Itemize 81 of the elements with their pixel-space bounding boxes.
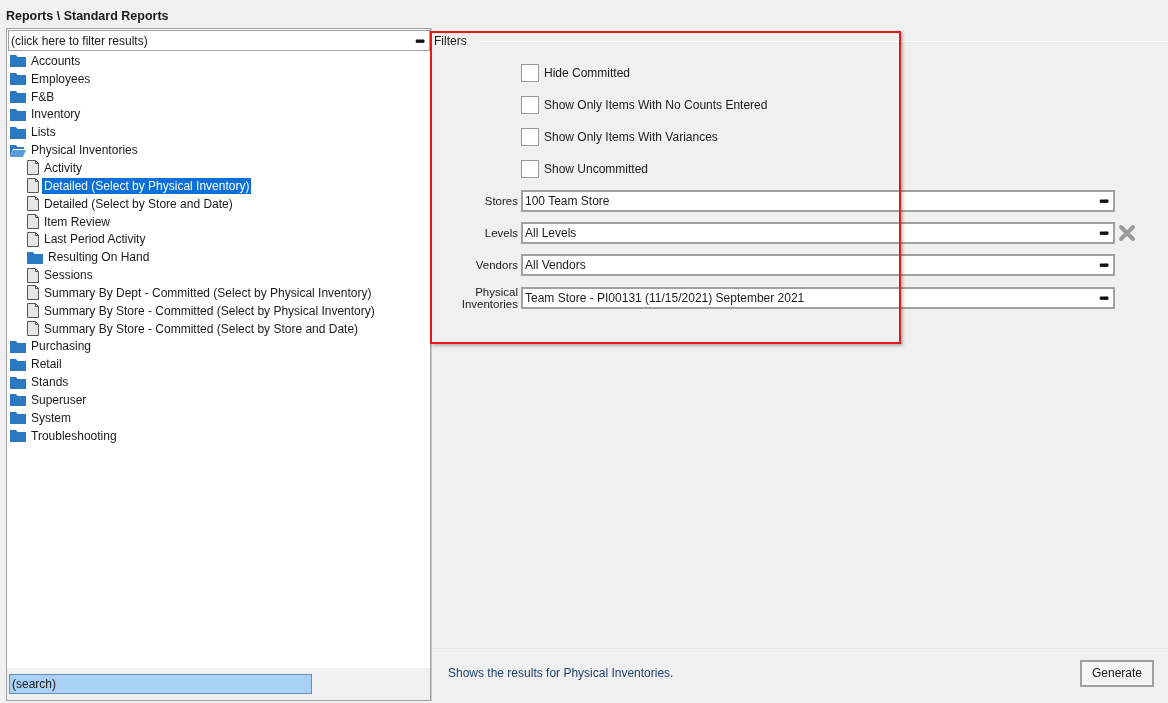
tree-item[interactable]: System bbox=[7, 408, 430, 427]
checkbox[interactable] bbox=[521, 128, 539, 146]
search-field[interactable]: (search) bbox=[9, 674, 312, 694]
tree-item[interactable]: Item Review bbox=[7, 212, 430, 231]
document-icon bbox=[27, 267, 39, 283]
picker-field[interactable]: All Levels ••• bbox=[521, 222, 1115, 244]
ellipsis-button[interactable]: ••• bbox=[1095, 227, 1113, 239]
tree-item-label[interactable]: Purchasing bbox=[29, 338, 94, 355]
checkbox-label: Show Only Items With No Counts Entered bbox=[544, 98, 768, 112]
tree-item[interactable]: Summary By Dept - Committed (Select by Physical Inventory) bbox=[7, 283, 430, 302]
breadcrumb-title: Reports \ Standard Reports bbox=[5, 8, 170, 25]
tree-item-label[interactable]: Troubleshooting bbox=[29, 427, 119, 444]
tree-item-label[interactable]: Sessions bbox=[42, 267, 95, 284]
tree-item-label[interactable]: Item Review bbox=[42, 213, 113, 230]
ellipsis-button[interactable]: ••• bbox=[1095, 292, 1113, 304]
tree-item-label[interactable]: Activity bbox=[42, 160, 84, 176]
tree-item[interactable]: Detailed (Select by Physical Inventory) bbox=[7, 176, 430, 195]
field-label: Levels bbox=[483, 227, 519, 239]
field-label: Physical Inventories bbox=[460, 286, 519, 310]
tree-item[interactable]: Resulting On Hand bbox=[7, 248, 430, 267]
tree-item-label[interactable]: Summary By Store - Committed (Select by Store and Date) bbox=[42, 320, 361, 337]
report-description: Shows the results for Physical Inventories. bbox=[448, 666, 674, 680]
tree-item[interactable]: Last Period Activity bbox=[7, 230, 430, 249]
tree-item-label[interactable]: Lists bbox=[29, 124, 58, 141]
picker-field[interactable]: All Vendors ••• bbox=[521, 254, 1115, 276]
checkbox[interactable] bbox=[521, 96, 539, 114]
tree-item-label[interactable]: Detailed (Select by Store and Date) bbox=[42, 195, 235, 212]
field-label: Vendors bbox=[474, 259, 519, 271]
document-icon bbox=[27, 214, 39, 229]
checkbox[interactable] bbox=[521, 64, 539, 82]
tree-item-label[interactable]: Superuser bbox=[29, 391, 89, 408]
tree-item[interactable]: Employees bbox=[7, 69, 430, 88]
tree-item[interactable]: Sessions bbox=[7, 266, 430, 284]
checkbox-label: Show Uncommitted bbox=[544, 162, 649, 176]
tree-item-label[interactable]: System bbox=[29, 409, 73, 426]
picker-field[interactable]: 100 Team Store ••• bbox=[521, 190, 1115, 212]
tree-item-label[interactable]: Summary By Store - Committed (Select by Physical Inventory) bbox=[42, 302, 377, 319]
tree-item[interactable]: Summary By Store - Committed (Select by Store and Date) bbox=[7, 319, 430, 338]
checkbox[interactable] bbox=[521, 160, 539, 178]
document-icon bbox=[27, 160, 39, 176]
checkbox-label: Hide Committed bbox=[544, 66, 631, 80]
generate-button[interactable]: Generate bbox=[1079, 659, 1154, 687]
document-icon bbox=[27, 231, 39, 247]
checkbox-label: Show Only Items With Variances bbox=[544, 130, 718, 144]
tree-item[interactable]: Lists bbox=[7, 123, 430, 142]
tree-item-label[interactable]: Summary By Dept - Committed (Select by Physical Inventory) bbox=[42, 284, 374, 301]
field-label: Stores bbox=[483, 195, 519, 207]
tree-item[interactable]: F&B bbox=[7, 87, 430, 106]
ellipsis-button[interactable]: ••• bbox=[1095, 259, 1113, 271]
tree-item[interactable]: Superuser bbox=[7, 391, 430, 409]
ellipsis-button[interactable]: ••• bbox=[411, 34, 429, 47]
tree-item-label[interactable]: Resulting On Hand bbox=[46, 249, 152, 266]
tree-item[interactable]: Physical Inventories bbox=[7, 141, 430, 160]
document-icon bbox=[27, 285, 39, 301]
tree-item[interactable]: Purchasing bbox=[7, 337, 430, 356]
document-icon bbox=[27, 178, 39, 194]
tree-item[interactable]: Stands bbox=[7, 373, 430, 392]
tree-item-label[interactable]: Last Period Activity bbox=[42, 231, 148, 248]
tree-item[interactable]: Retail bbox=[7, 355, 430, 374]
tree-item-label[interactable]: F&B bbox=[29, 88, 57, 105]
tree-item[interactable]: Summary By Store - Committed (Select by Physical Inventory) bbox=[7, 301, 430, 320]
tree-item[interactable]: Detailed (Select by Store and Date) bbox=[7, 194, 430, 213]
document-icon bbox=[27, 196, 39, 212]
filters-heading: Filters bbox=[434, 34, 467, 48]
tree-item-label[interactable]: Accounts bbox=[29, 52, 83, 69]
picker-field[interactable]: Team Store - PI00131 (11/15/2021) September 2021 ••• bbox=[521, 287, 1115, 309]
clear-icon[interactable] bbox=[1118, 224, 1136, 242]
document-icon bbox=[27, 321, 39, 337]
tree-item-label[interactable]: Stands bbox=[29, 374, 71, 391]
tree-item-label[interactable]: Physical Inventories bbox=[29, 142, 140, 159]
tree-item[interactable]: Accounts bbox=[7, 52, 430, 70]
tree-item[interactable]: Activity bbox=[7, 159, 430, 177]
tree-item-label[interactable]: Detailed (Select by Physical Inventory) bbox=[42, 177, 252, 194]
ellipsis-button[interactable]: ••• bbox=[1095, 195, 1113, 207]
tree-item[interactable]: Inventory bbox=[7, 105, 430, 124]
filter-field[interactable]: (click here to filter results) ••• bbox=[8, 30, 430, 51]
document-icon bbox=[27, 303, 39, 319]
tree-item-label[interactable]: Inventory bbox=[29, 106, 83, 123]
tree-item-label[interactable]: Retail bbox=[29, 356, 64, 373]
tree-item-label[interactable]: Employees bbox=[29, 70, 93, 87]
tree-item[interactable]: Troubleshooting bbox=[7, 426, 430, 445]
